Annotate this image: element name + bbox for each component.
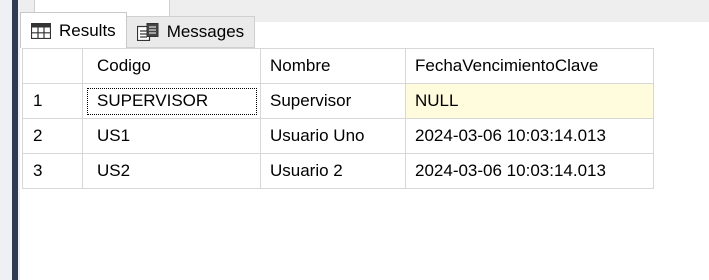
column-header-codigo[interactable]: Codigo	[82, 48, 261, 84]
table-row: 2 US1 Usuario Uno 2024-03-06 10:03:14.01…	[22, 118, 654, 154]
cell-codigo[interactable]: US1	[82, 118, 261, 154]
cell-fechavencimientoclave[interactable]: NULL	[405, 83, 654, 119]
cell-fechavencimientoclave[interactable]: 2024-03-06 10:03:14.013	[405, 118, 654, 154]
row-number-header[interactable]	[22, 48, 83, 84]
table-row: 3 US2 Usuario 2 2024-03-06 10:03:14.013	[22, 153, 654, 189]
tab-results[interactable]: Results	[20, 12, 127, 48]
messages-icon	[136, 23, 159, 41]
row-number[interactable]: 2	[22, 118, 83, 154]
tab-messages-label: Messages	[166, 22, 245, 41]
cell-nombre[interactable]: Supervisor	[260, 83, 406, 119]
cell-nombre[interactable]: Usuario 2	[260, 153, 406, 189]
column-header-fechavencimientoclave[interactable]: FechaVencimientoClave	[405, 48, 654, 84]
tab-results-label: Results	[59, 20, 116, 40]
cell-codigo[interactable]: US2	[82, 153, 261, 189]
row-number[interactable]: 3	[22, 153, 83, 189]
grid-icon	[31, 22, 51, 39]
cell-fechavencimientoclave[interactable]: 2024-03-06 10:03:14.013	[405, 153, 654, 189]
cell-nombre[interactable]: Usuario Uno	[260, 118, 406, 154]
cell-codigo[interactable]: SUPERVISOR	[82, 83, 261, 119]
left-edge	[0, 0, 20, 280]
column-header-nombre[interactable]: Nombre	[260, 48, 406, 84]
row-number[interactable]: 1	[22, 83, 83, 119]
results-grid: Codigo Nombre FechaVencimientoClave 1 SU…	[22, 48, 654, 189]
grid-header-row: Codigo Nombre FechaVencimientoClave	[22, 48, 654, 84]
results-grid-container: Codigo Nombre FechaVencimientoClave 1 SU…	[22, 48, 654, 189]
window-edge-bar	[12, 0, 18, 280]
tab-messages[interactable]: Messages	[126, 16, 256, 48]
results-tabs: Results Messages	[20, 12, 256, 48]
table-row: 1 SUPERVISOR Supervisor NULL	[22, 83, 654, 119]
